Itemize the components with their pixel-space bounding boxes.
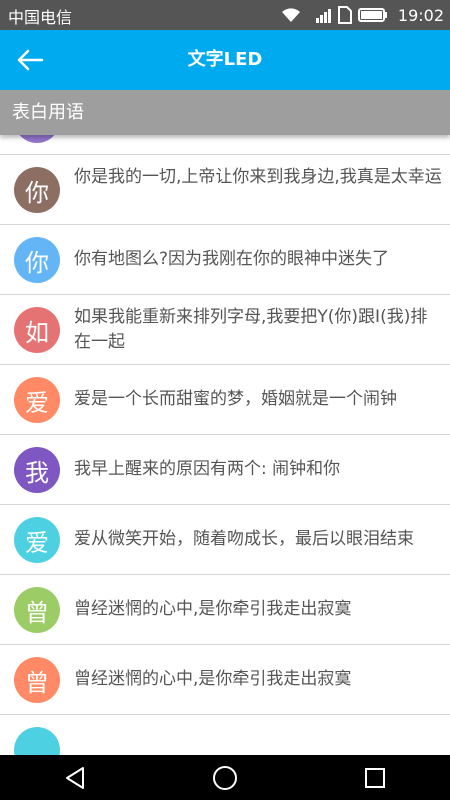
avatar: 你 [14,167,60,213]
back-triangle-icon [66,766,84,789]
signal-icon [308,7,332,23]
avatar [14,135,60,143]
status-bar: 中国电信 19:02 [0,0,450,30]
list-item[interactable]: 你你是我的一切,上帝让你来到我身边,我真是太幸运 [0,155,450,225]
status-icons: 19:02 [280,0,444,30]
clock: 19:02 [397,5,444,25]
avatar: 爱 [14,517,60,563]
list-item[interactable]: 如如果我能重新来排列字母,我要把Y(你)跟I(我)排在一起 [0,295,450,365]
nav-home-button[interactable] [195,755,255,800]
navigation-bar [0,755,450,800]
list-item[interactable]: 爱爱是一个长而甜蜜的梦，婚姻就是一个闹钟 [0,365,450,435]
home-circle-icon [213,765,237,790]
item-text: 爱从微笑开始，随着吻成长，最后以眼泪结束 [74,529,414,549]
item-text: 曾经迷惘的心中,是你牵引我走出寂寞 [74,669,352,689]
nav-recents-button[interactable] [345,755,405,800]
recents-square-icon [365,767,385,788]
sim-icon [337,6,352,24]
nav-back-button[interactable] [45,755,105,800]
phrase-list[interactable]: 你你是我的一切,上帝让你来到我身边,我真是太幸运你你有地图么?因为我刚在你的眼神… [0,135,450,755]
list-item[interactable]: 曾曾经迷惘的心中,是你牵引我走出寂寞 [0,645,450,715]
item-text: 如果我能重新来排列字母,我要把Y(你)跟I(我)排在一起 [74,307,428,352]
list-item[interactable] [0,715,450,755]
avatar: 爱 [14,377,60,423]
list-item[interactable]: 你你有地图么?因为我刚在你的眼神中迷失了 [0,225,450,295]
wifi-icon [280,7,302,23]
list-item[interactable]: 爱爱从微笑开始，随着吻成长，最后以眼泪结束 [0,505,450,575]
avatar: 曾 [14,657,60,703]
page-title: 文字LED [187,49,263,70]
item-text: 我早上醒来的原因有两个: 闹钟和你 [74,459,341,479]
list-item[interactable] [0,135,450,155]
battery-icon [357,7,388,23]
item-text: 你是我的一切,上帝让你来到我身边,我真是太幸运 [74,167,442,187]
avatar: 如 [14,307,60,353]
item-text: 曾经迷惘的心中,是你牵引我走出寂寞 [74,599,352,619]
list-item[interactable]: 我我早上醒来的原因有两个: 闹钟和你 [0,435,450,505]
avatar: 曾 [14,587,60,633]
carrier-label: 中国电信 [8,8,73,27]
avatar: 我 [14,447,60,493]
item-text: 爱是一个长而甜蜜的梦，婚姻就是一个闹钟 [74,389,397,409]
app-bar: 文字LED [0,30,450,90]
list-item[interactable]: 曾曾经迷惘的心中,是你牵引我走出寂寞 [0,575,450,645]
item-text: 你有地图么?因为我刚在你的眼神中迷失了 [74,249,390,269]
avatar [14,727,60,755]
section-header: 表白用语 [0,90,450,135]
avatar: 你 [14,237,60,283]
